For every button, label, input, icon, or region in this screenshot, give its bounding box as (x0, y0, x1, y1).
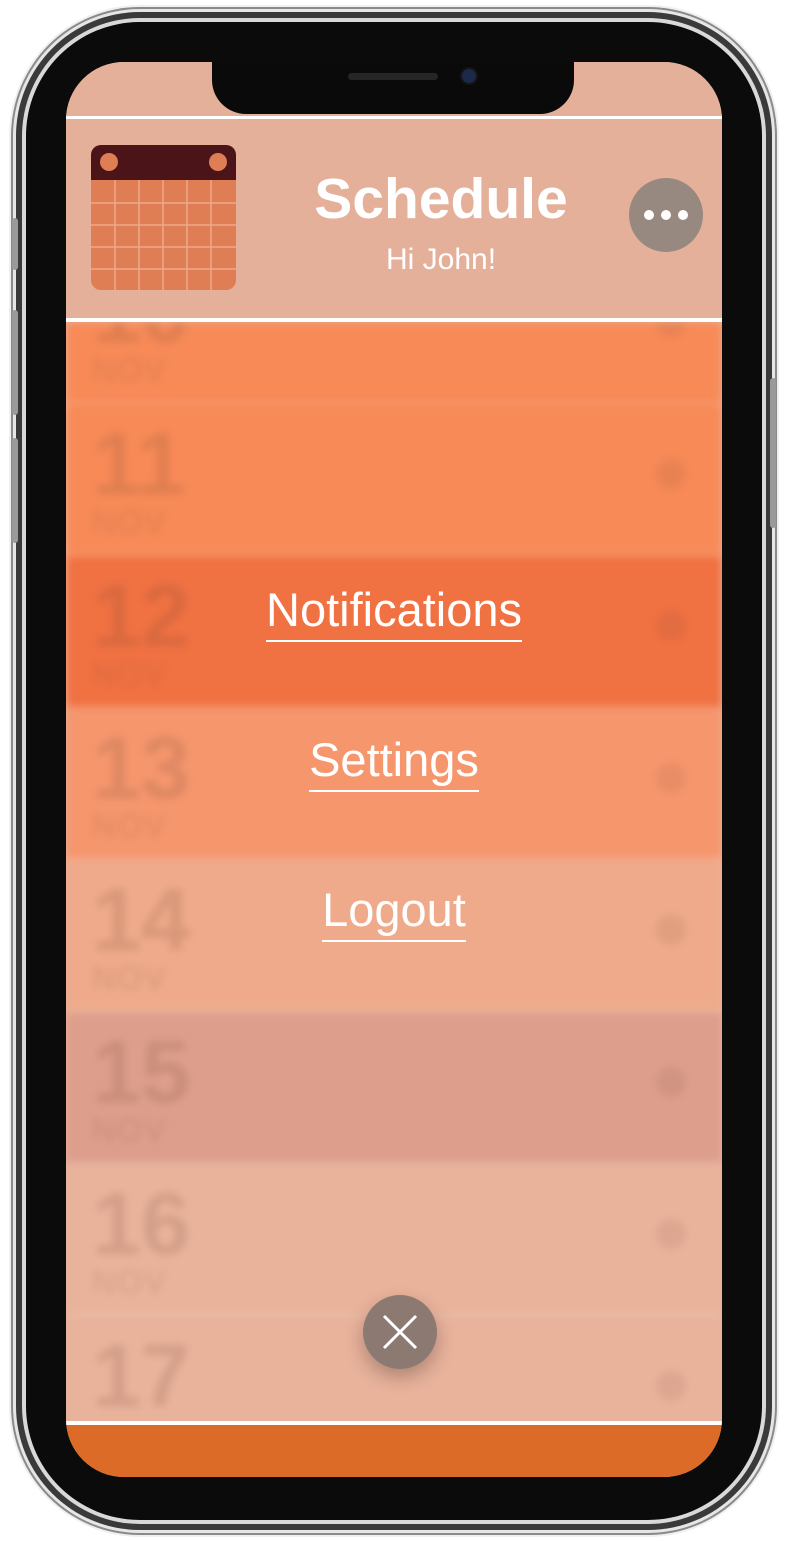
schedule-row: 16 NOV (66, 1164, 722, 1316)
notch (212, 62, 574, 114)
page-title: Schedule (314, 167, 568, 231)
power-button (770, 378, 776, 528)
chevron-right-icon (656, 1371, 686, 1401)
close-menu-button[interactable] (363, 1295, 437, 1369)
status-bar (66, 62, 722, 119)
schedule-row: 10NOV (66, 322, 722, 404)
menu-item-logout[interactable]: Logout (322, 882, 466, 942)
menu-item-notifications[interactable]: Notifications (266, 582, 522, 642)
schedule-row: 15 NOV (66, 1012, 722, 1164)
more-horizontal-icon (644, 210, 654, 220)
schedule-row-day: 16 (92, 1174, 190, 1273)
overlay-menu: Notifications Settings Logout (66, 582, 722, 1032)
schedule-row-month: NOV (92, 352, 168, 388)
greeting-text: Hi John! (385, 243, 497, 276)
volume-up-button (12, 310, 18, 415)
front-camera (462, 69, 476, 83)
speaker-grille (348, 73, 438, 80)
app-header: Schedule Hi John! (66, 119, 722, 322)
phone-screen: 10NOV11NOV12NOV13NOV14NOV15NOV16NOV17NOV (66, 62, 722, 1477)
schedule-row-month: NOV (92, 1112, 168, 1148)
chevron-right-icon (656, 459, 686, 489)
calendar-icon (91, 145, 236, 290)
schedule-row-month: NOV (92, 1264, 168, 1300)
volume-down-button (12, 438, 18, 543)
schedule-row-day: 17 (92, 1326, 190, 1422)
schedule-row-month: NOV (92, 504, 168, 540)
schedule-row: 11 NOV (66, 404, 722, 556)
schedule-row-day: 11 (92, 414, 186, 513)
more-horizontal-icon-dot (678, 210, 688, 220)
schedule-row-day: 15 (92, 1022, 190, 1121)
chevron-right-icon (656, 1067, 686, 1097)
bottom-bar (66, 1425, 722, 1477)
more-options-button[interactable] (629, 178, 703, 252)
menu-item-settings[interactable]: Settings (309, 732, 479, 792)
close-icon (382, 1314, 418, 1350)
chevron-right-icon (656, 1219, 686, 1249)
chevron-right-icon (656, 322, 686, 337)
more-horizontal-icon-dot (661, 210, 671, 220)
silent-switch (12, 218, 18, 270)
